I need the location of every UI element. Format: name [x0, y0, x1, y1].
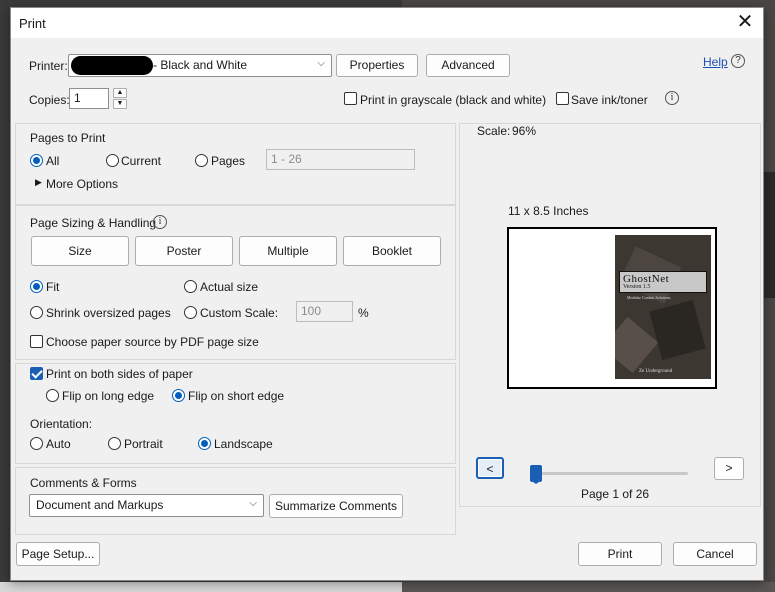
print-dialog: Print ✕ Printer: - Black and White ⌵ Pro… — [10, 7, 764, 581]
short-edge-radio[interactable] — [172, 389, 185, 402]
copies-up-button[interactable]: ▲ — [113, 88, 127, 98]
help-circle-icon[interactable]: ? — [731, 54, 745, 68]
cover-shape — [649, 300, 706, 360]
orientation-auto-label: Auto — [46, 437, 71, 451]
short-edge-label: Flip on short edge — [188, 389, 285, 403]
dialog-title: Print — [19, 16, 46, 31]
page-status: Page 1 of 26 — [581, 487, 650, 501]
cover-subtitle: Modular Combat Solutions — [627, 295, 671, 300]
copies-value: 1 — [74, 91, 81, 105]
cover-author: Ze Underground — [639, 369, 673, 374]
page-slider-track[interactable] — [531, 472, 688, 475]
paper-size-label: 11 x 8.5 Inches — [508, 204, 589, 218]
copies-label: Copies: — [29, 93, 70, 107]
actual-size-label: Actual size — [200, 280, 259, 294]
grayscale-checkbox[interactable] — [344, 92, 357, 105]
pages-to-print-title: Pages to Print — [30, 131, 106, 145]
print-button[interactable]: Print — [578, 542, 662, 566]
tab-poster[interactable]: Poster — [135, 236, 233, 266]
info-icon[interactable]: i — [665, 91, 679, 105]
printer-select-value: - Black and White — [153, 58, 248, 72]
title-bar: Print ✕ — [11, 8, 763, 38]
scale-value: 96% — [512, 124, 537, 138]
properties-button[interactable]: Properties — [336, 54, 418, 77]
cover-title-box: GhostNet Version 1.5 — [619, 271, 707, 293]
save-ink-label: Save ink/toner — [571, 93, 648, 107]
printer-label: Printer: — [29, 59, 68, 73]
next-page-button[interactable]: > — [714, 457, 744, 480]
both-sides-checkbox[interactable] — [30, 367, 43, 380]
orientation-landscape-label: Landscape — [214, 437, 273, 451]
orientation-portrait-label: Portrait — [124, 437, 163, 451]
cancel-button[interactable]: Cancel — [673, 542, 757, 566]
shrink-radio[interactable] — [30, 306, 43, 319]
custom-scale-input[interactable]: 100 — [296, 301, 353, 322]
long-edge-radio[interactable] — [46, 389, 59, 402]
chevron-down-icon: ⌵ — [317, 58, 325, 69]
expand-triangle-icon[interactable]: ▶ — [35, 177, 42, 188]
fit-radio[interactable] — [30, 280, 43, 293]
orientation-label: Orientation: — [30, 417, 93, 431]
pages-current-radio[interactable] — [106, 154, 119, 167]
percent-label: % — [358, 306, 369, 320]
tab-multiple[interactable]: Multiple — [239, 236, 337, 266]
orientation-portrait-radio[interactable] — [108, 437, 121, 450]
background-taskbar — [0, 582, 775, 592]
paper-source-checkbox[interactable] — [30, 335, 43, 348]
summarize-comments-button[interactable]: Summarize Comments — [269, 494, 403, 518]
pages-range-input[interactable]: 1 - 26 — [266, 149, 415, 170]
pages-range-radio[interactable] — [195, 154, 208, 167]
pages-all-label: All — [46, 154, 60, 168]
cover-version: Version 1.5 — [623, 284, 651, 290]
close-icon[interactable]: ✕ — [733, 11, 757, 35]
pages-range-placeholder: 1 - 26 — [271, 152, 302, 166]
comments-title: Comments & Forms — [30, 476, 137, 490]
page-preview: GhostNet Version 1.5 Modular Combat Solu… — [507, 227, 717, 389]
info-icon[interactable]: i — [153, 215, 167, 229]
copies-down-button[interactable]: ▼ — [113, 99, 127, 109]
tab-booklet[interactable]: Booklet — [343, 236, 441, 266]
prev-page-button[interactable]: < — [476, 457, 504, 479]
page-setup-button[interactable]: Page Setup... — [16, 542, 100, 566]
fit-label: Fit — [46, 280, 60, 294]
background-dark — [402, 582, 775, 592]
comments-select-value: Document and Markups — [36, 498, 164, 512]
shrink-label: Shrink oversized pages — [46, 306, 171, 320]
copies-input[interactable]: 1 — [69, 88, 109, 109]
preview-cover-image: GhostNet Version 1.5 Modular Combat Solu… — [615, 235, 711, 379]
save-ink-checkbox[interactable] — [556, 92, 569, 105]
custom-scale-label: Custom Scale: — [200, 306, 279, 320]
pages-range-label: Pages — [211, 154, 246, 168]
page-sizing-title: Page Sizing & Handling — [30, 216, 157, 230]
help-link[interactable]: Help — [703, 55, 728, 69]
scale-label: Scale: — [477, 124, 511, 138]
pages-current-label: Current — [121, 154, 162, 168]
pages-all-radio[interactable] — [30, 154, 43, 167]
cover-shape — [615, 316, 659, 374]
orientation-landscape-radio[interactable] — [198, 437, 211, 450]
custom-scale-radio[interactable] — [184, 306, 197, 319]
comments-select[interactable]: Document and Markups ⌵ — [29, 494, 264, 517]
more-options-toggle[interactable]: More Options — [46, 177, 118, 191]
long-edge-label: Flip on long edge — [62, 389, 155, 403]
custom-scale-value: 100 — [301, 304, 322, 318]
tab-size[interactable]: Size — [31, 236, 129, 266]
paper-source-label: Choose paper source by PDF page size — [46, 335, 259, 349]
chevron-down-icon: ⌵ — [249, 498, 257, 509]
both-sides-label: Print on both sides of paper — [46, 367, 193, 381]
orientation-auto-radio[interactable] — [30, 437, 43, 450]
actual-size-radio[interactable] — [184, 280, 197, 293]
redacted-printer-name — [71, 56, 153, 75]
grayscale-label: Print in grayscale (black and white) — [360, 93, 547, 107]
advanced-button[interactable]: Advanced — [426, 54, 510, 77]
printer-select[interactable]: - Black and White ⌵ — [68, 54, 332, 77]
page-slider-thumb[interactable] — [530, 465, 542, 484]
